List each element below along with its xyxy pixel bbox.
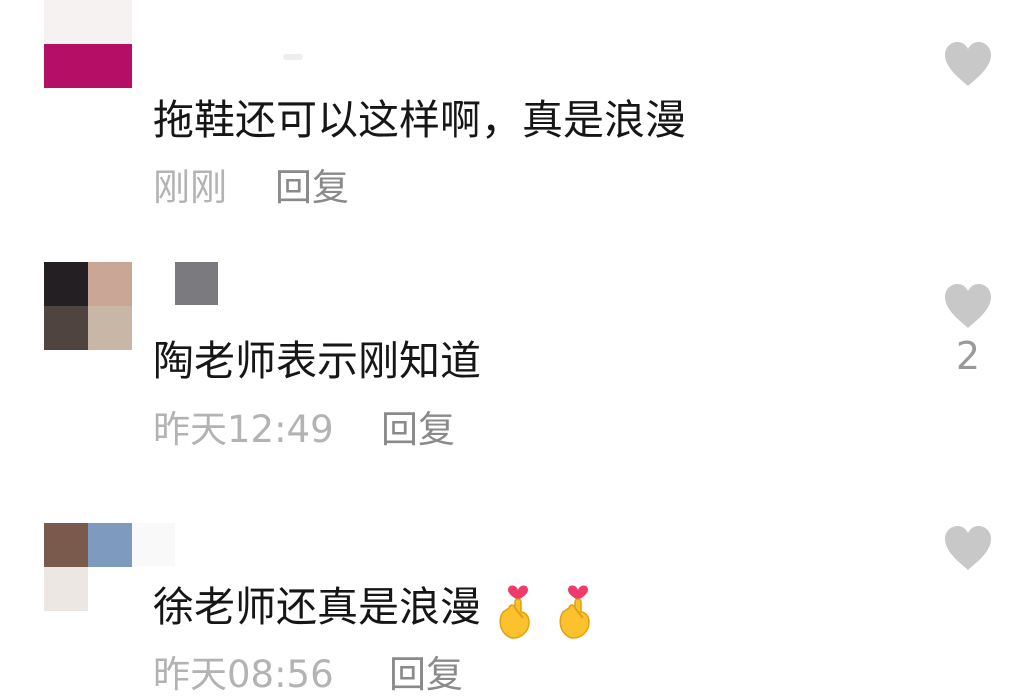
avatar[interactable] bbox=[44, 523, 132, 611]
avatar-pixel bbox=[44, 44, 88, 88]
avatar[interactable] bbox=[44, 262, 132, 350]
heart-icon[interactable] bbox=[943, 525, 993, 571]
avatar-pixel bbox=[44, 262, 88, 306]
reply-button[interactable]: 回复 bbox=[389, 656, 463, 693]
heart-icon[interactable] bbox=[943, 41, 993, 87]
reply-button[interactable]: 回复 bbox=[275, 169, 349, 206]
comment-time: 刚刚 bbox=[153, 166, 227, 209]
comment-text: 徐老师还真是浪漫 bbox=[153, 583, 481, 631]
comment-text: 陶老师表示刚知道 bbox=[153, 337, 481, 385]
avatar[interactable] bbox=[44, 0, 132, 88]
comment-text: 拖鞋还可以这样啊，真是浪漫 bbox=[153, 96, 686, 144]
reply-button[interactable]: 回复 bbox=[381, 411, 455, 448]
avatar-pixel bbox=[88, 44, 132, 88]
heart-icon[interactable] bbox=[943, 283, 993, 329]
like-count: 2 bbox=[955, 334, 981, 378]
username-blurred[interactable] bbox=[132, 523, 175, 566]
avatar-pixel bbox=[44, 306, 88, 350]
avatar-pixel bbox=[88, 567, 132, 611]
avatar-pixel bbox=[88, 523, 132, 567]
hand-with-index-finger-and-thumb-crossed-emoji bbox=[499, 585, 530, 639]
avatar-pixel bbox=[44, 523, 88, 567]
avatar-pixel bbox=[88, 0, 132, 44]
avatar-pixel bbox=[88, 306, 132, 350]
username-blurred[interactable] bbox=[175, 262, 218, 305]
avatar-pixel bbox=[44, 0, 88, 44]
hand-with-index-finger-and-thumb-crossed-emoji bbox=[559, 585, 590, 639]
comment-time: 昨天12:49 bbox=[153, 408, 334, 451]
comment-text-row: 徐老师还真是浪漫 bbox=[153, 578, 601, 642]
username-blurred[interactable] bbox=[283, 54, 303, 60]
comment-time: 昨天08:56 bbox=[153, 653, 334, 696]
avatar-pixel bbox=[88, 262, 132, 306]
avatar-pixel bbox=[44, 567, 88, 611]
